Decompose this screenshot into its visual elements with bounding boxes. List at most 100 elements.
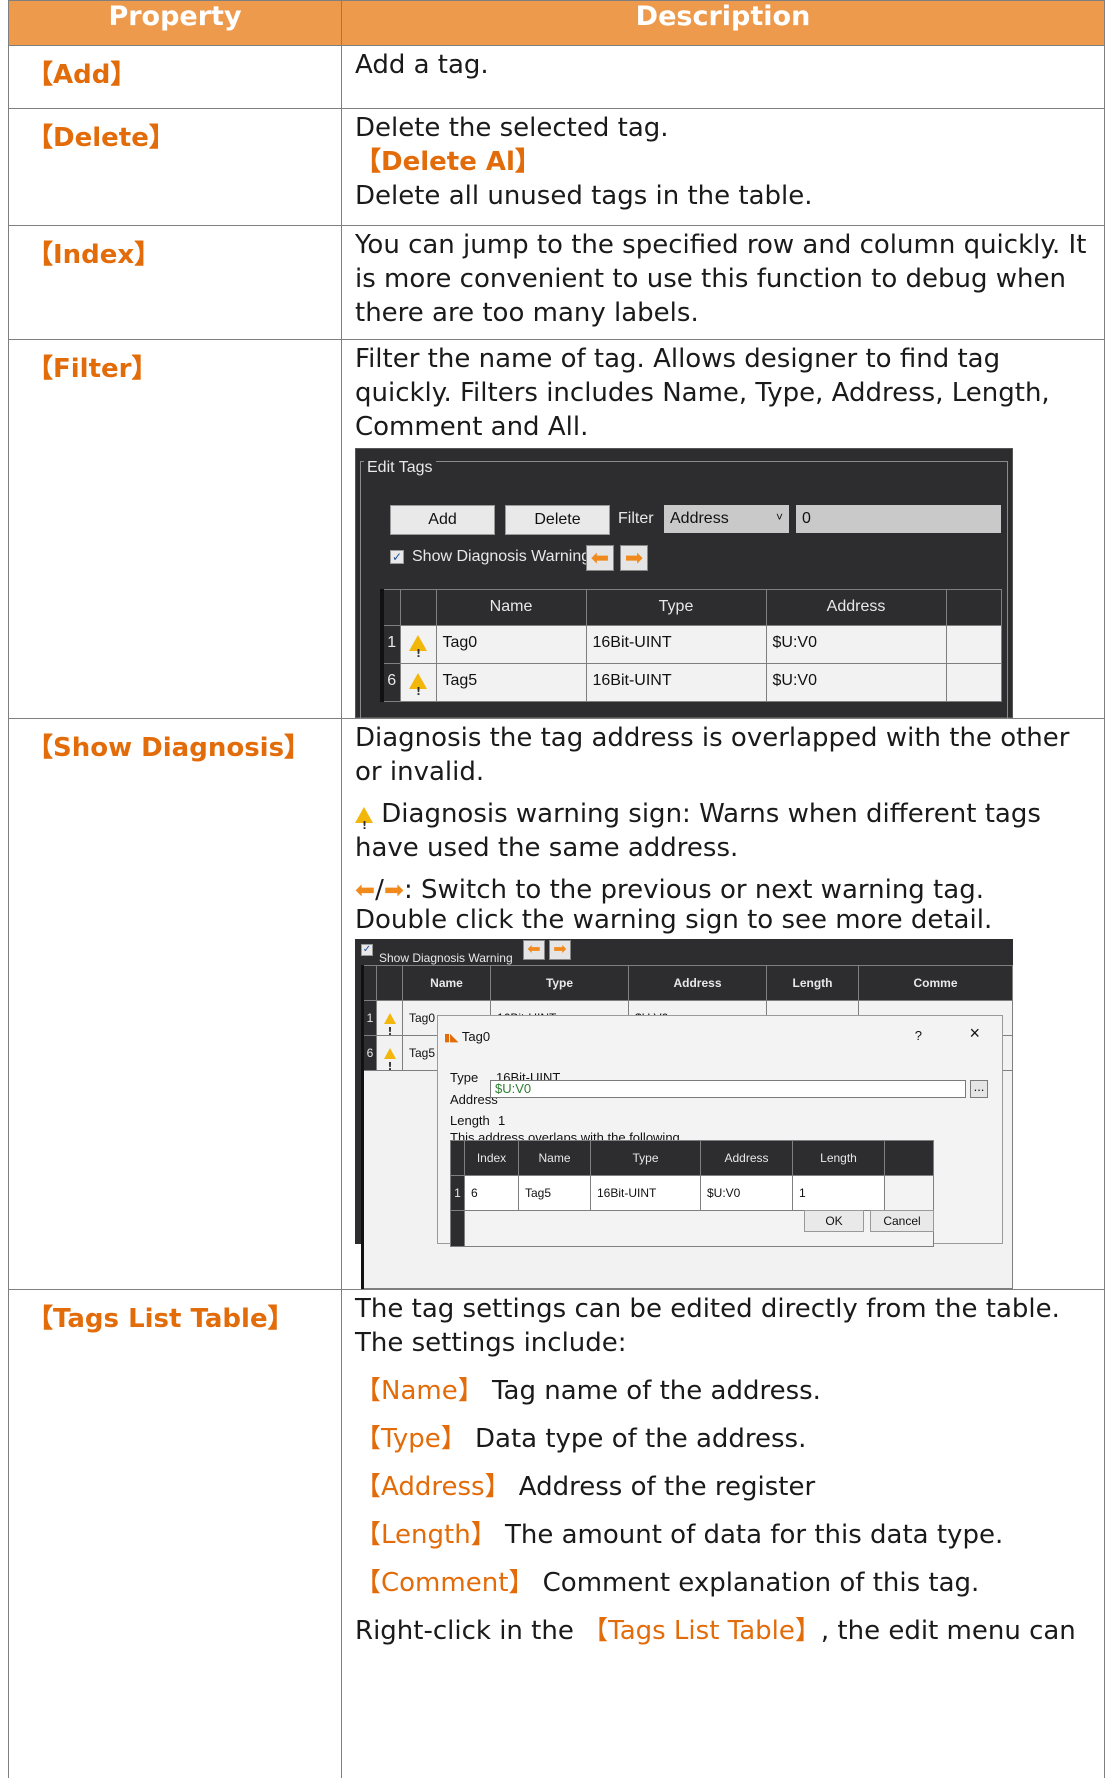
- help-button[interactable]: ?: [915, 1019, 922, 1053]
- row-filter: 【Filter】 Filter the name of tag. Allows …: [8, 339, 1105, 719]
- browse-button[interactable]: ...: [970, 1080, 988, 1098]
- setting-address-key: 【Address】: [355, 1472, 511, 1502]
- col-name: Name: [435, 589, 587, 626]
- ok-button[interactable]: OK: [804, 1210, 864, 1232]
- row-number: 6: [361, 1035, 377, 1071]
- property-header: Property: [8, 0, 342, 46]
- setting-name: 【Name】 Tag name of the address.: [355, 1374, 1104, 1408]
- grid-rownum-empty: [450, 1210, 465, 1247]
- cell-name[interactable]: Tag5: [518, 1175, 591, 1211]
- delete-button[interactable]: Delete: [505, 505, 610, 535]
- cell-address[interactable]: $U:V0: [765, 625, 947, 664]
- show-diagnosis-checkbox[interactable]: ✓: [390, 550, 404, 564]
- grid-corner: [361, 965, 377, 1001]
- cell-type[interactable]: 16Bit-UINT: [585, 625, 767, 664]
- table-row[interactable]: 1 6 Tag5 16Bit-UINT $U:V0 1: [450, 1175, 934, 1211]
- show-diagnosis-label: Show Diagnosis Warning: [412, 548, 591, 565]
- previous-warning-button[interactable]: ⬅: [523, 940, 545, 960]
- diagnosis-screenshot: ✓ Show Diagnosis Warning ⬅ ➡ Name Type A…: [355, 939, 1013, 1289]
- filter-select[interactable]: Address ˅: [664, 505, 789, 533]
- cell-length[interactable]: 1: [792, 1175, 885, 1211]
- desc-double-click: Double click the warning sign to see mor…: [355, 905, 993, 935]
- desc-filter: Filter the name of tag. Allows designer …: [341, 339, 1105, 719]
- close-button[interactable]: ×: [969, 1016, 980, 1050]
- desc-delete-all-text: Delete all unused tags in the table.: [355, 181, 813, 211]
- desc-right-click: Right-click in the 【Tags List Table】, th…: [355, 1614, 1104, 1648]
- document-page: Property Description 【Add】 Add a tag. 【D…: [0, 0, 1105, 1778]
- col-comment: Comme: [858, 965, 1013, 1001]
- table-row[interactable]: 6 Tag5 16Bit-UINT $U:V0: [380, 663, 1002, 709]
- setting-comment: 【Comment】 Comment explanation of this ta…: [355, 1566, 1104, 1600]
- desc-warning-sign-text: Diagnosis warning sign: Warns when diffe…: [355, 799, 1041, 863]
- filter-input[interactable]: 0: [796, 505, 1001, 533]
- grid-icon-col: [399, 589, 437, 626]
- cell-address[interactable]: $U:V0: [765, 663, 947, 702]
- col-name: Name: [402, 965, 491, 1001]
- desc-warning-sign: Diagnosis warning sign: Warns when diffe…: [355, 797, 1104, 865]
- filter-label: Filter: [618, 510, 654, 527]
- desc-delete: Delete the selected tag. 【Delete Al】 Del…: [341, 108, 1105, 226]
- warning-icon[interactable]: [399, 625, 437, 671]
- col-type: Type: [590, 1140, 701, 1176]
- col-extra: [884, 1140, 934, 1176]
- setting-type-key: 【Type】: [355, 1424, 467, 1454]
- setting-length-key: 【Length】: [355, 1520, 497, 1550]
- right-click-text: Right-click in the: [355, 1616, 583, 1646]
- col-extra: [945, 589, 1002, 626]
- setting-type-text: Data type of the address.: [466, 1424, 807, 1454]
- setting-address: 【Address】 Address of the register: [355, 1470, 1104, 1504]
- row-tags-list-table: 【Tags List Table】 The tag settings can b…: [8, 1289, 1105, 1778]
- chevron-down-icon: ˅: [775, 510, 783, 524]
- desc-delete-all-label: 【Delete Al】: [355, 147, 541, 177]
- desc-delete-text: Delete the selected tag.: [355, 113, 669, 143]
- warning-icon[interactable]: [376, 1000, 403, 1049]
- address-input[interactable]: $U:V0: [490, 1080, 966, 1098]
- grid-icon-col: [376, 965, 403, 1001]
- col-type: Type: [585, 589, 767, 626]
- show-diagnosis-checkbox[interactable]: ✓: [361, 944, 373, 956]
- overlap-grid-header: Index Name Type Address Length: [450, 1140, 934, 1176]
- cell-name[interactable]: Tag0: [435, 625, 587, 664]
- row-index: 【Index】 You can jump to the specified ro…: [8, 225, 1105, 340]
- row-delete: 【Delete】 Delete the selected tag. 【Delet…: [8, 108, 1105, 226]
- tag-detail-dialog: ▮◣ Tag0 ? × Type 16Bit-UINT Address $U:V…: [437, 1015, 1003, 1247]
- col-length: Length: [766, 965, 859, 1001]
- desc-switch: ⬅/➡: Switch to the previous or next warn…: [355, 875, 984, 905]
- add-button[interactable]: Add: [390, 505, 495, 535]
- row-number: 1: [450, 1175, 465, 1211]
- desc-diagnosis-text: Diagnosis the tag address is overlapped …: [355, 723, 1070, 787]
- arrow-right-icon: ➡: [553, 941, 567, 958]
- col-name: Name: [518, 1140, 591, 1176]
- property-index: 【Index】: [8, 225, 342, 340]
- desc-show-diagnosis: Diagnosis the tag address is overlapped …: [341, 718, 1105, 1290]
- table-row[interactable]: 1 Tag0 16Bit-UINT $U:V0: [380, 625, 1002, 671]
- property-delete: 【Delete】: [8, 108, 342, 226]
- property-add: 【Add】: [8, 45, 342, 109]
- right-click-key: 【Tags List Table】: [582, 1616, 821, 1646]
- setting-name-text: Tag name of the address.: [483, 1376, 821, 1406]
- setting-type: 【Type】 Data type of the address.: [355, 1422, 1104, 1456]
- col-address: Address: [765, 589, 947, 626]
- cell-index[interactable]: 6: [464, 1175, 519, 1211]
- desc-add: Add a tag.: [341, 45, 1105, 109]
- cell-extra[interactable]: [945, 663, 1002, 702]
- cell-address[interactable]: $U:V0: [700, 1175, 793, 1211]
- desc-filter-text: Filter the name of tag. Allows designer …: [355, 344, 1050, 442]
- cell-type[interactable]: 16Bit-UINT: [590, 1175, 701, 1211]
- property-table: Property Description 【Add】 Add a tag. 【D…: [8, 0, 1105, 1778]
- arrow-left-icon: ⬅: [355, 876, 376, 904]
- cancel-button[interactable]: Cancel: [870, 1210, 934, 1232]
- cell-type[interactable]: 16Bit-UINT: [585, 663, 767, 702]
- next-warning-button[interactable]: ➡: [620, 545, 648, 571]
- cell-extra: [884, 1175, 934, 1211]
- tags-grid: Name Type Address 1 Tag0 16Bit-UINT $U:V…: [380, 589, 1002, 709]
- col-type: Type: [490, 965, 629, 1001]
- cell-extra[interactable]: [945, 625, 1002, 664]
- next-warning-button[interactable]: ➡: [549, 940, 571, 960]
- col-index: Index: [464, 1140, 519, 1176]
- grid-corner: [380, 589, 401, 626]
- previous-warning-button[interactable]: ⬅: [586, 545, 614, 571]
- row-add: 【Add】 Add a tag.: [8, 45, 1105, 109]
- col-length: Length: [792, 1140, 885, 1176]
- cell-name[interactable]: Tag5: [435, 663, 587, 702]
